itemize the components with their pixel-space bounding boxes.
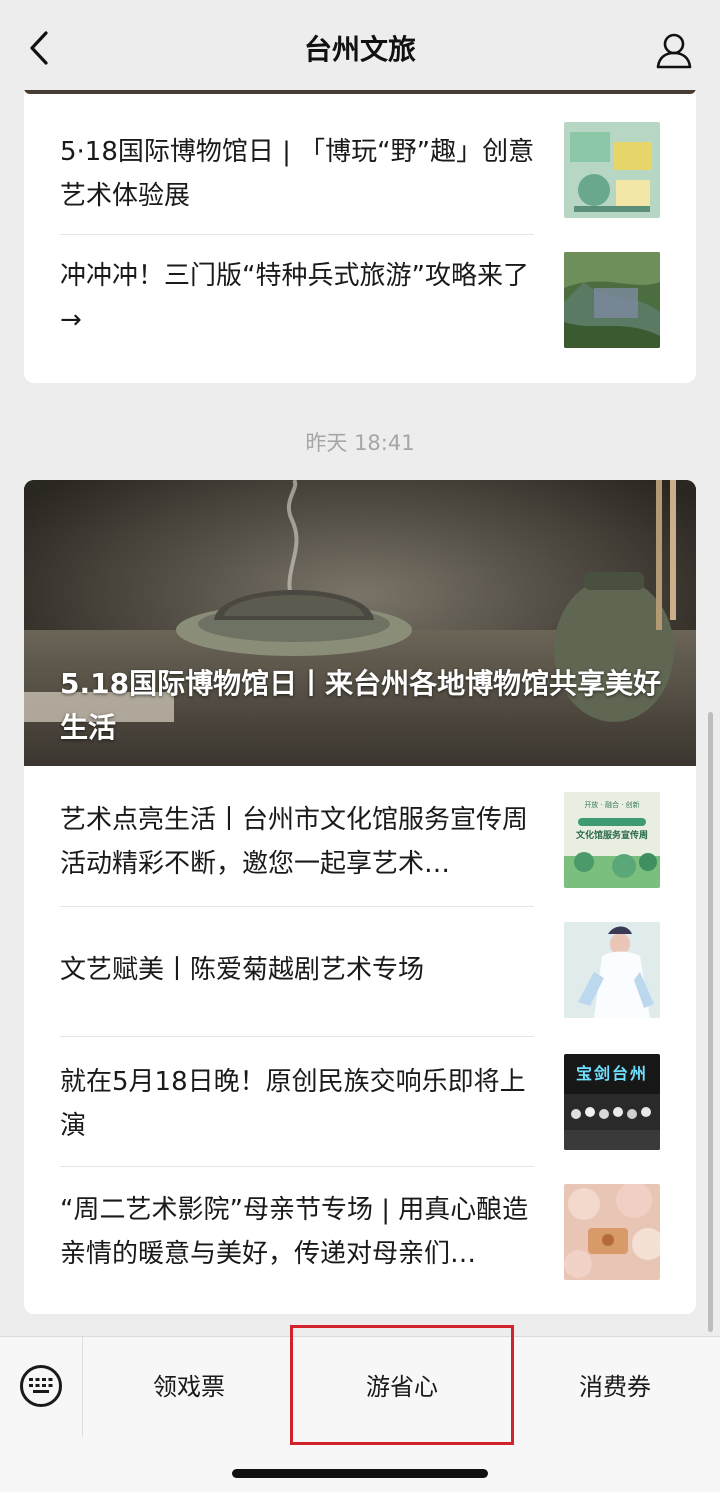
thumbnail-text: 宝剑台州 xyxy=(575,1064,648,1083)
list-item[interactable]: “周二艺术影院”母亲节专场 | 用真心酿造亲情的暖意与美好，传递对母亲们… xyxy=(24,1170,696,1300)
divider xyxy=(60,1036,534,1037)
divider xyxy=(60,1166,534,1167)
keyboard-icon xyxy=(29,1378,53,1393)
keyboard-toggle-button[interactable] xyxy=(20,1365,62,1407)
list-item[interactable]: 艺术点亮生活丨台州市文化馆服务宣传周活动精彩不断，邀您一起享艺术… 开放 · 融… xyxy=(24,776,696,906)
article-thumbnail xyxy=(564,1184,660,1280)
page-title: 台州文旅 xyxy=(303,33,416,66)
menu-item-coupons[interactable]: 消费券 xyxy=(510,1337,720,1437)
article-card-previous: 5·18国际博物馆日 | 「博玩“野”趣」创意艺术体验展 冲冲冲！三门版“特种兵… xyxy=(24,72,696,383)
article-thumbnail xyxy=(564,922,660,1018)
list-item[interactable]: 文艺赋美丨陈爱菊越剧艺术专场 xyxy=(24,908,696,1038)
menu-item-tickets[interactable]: 领戏票 xyxy=(84,1337,294,1437)
user-icon xyxy=(656,33,692,69)
highlight-box xyxy=(290,1325,514,1445)
article-thumbnail xyxy=(564,122,660,218)
list-item[interactable]: 冲冲冲！三门版“特种兵式旅游”攻略来了 → xyxy=(24,250,696,380)
thumbnail-text: 文化馆服务宣传周 xyxy=(575,831,648,841)
article-title: 就在5月18日晚！原创民族交响乐即将上演 xyxy=(60,1067,526,1141)
article-thumbnail: 宝剑台州 xyxy=(564,1054,660,1150)
list-item[interactable]: 5·18国际博物馆日 | 「博玩“野”趣」创意艺术体验展 xyxy=(24,118,696,248)
article-title: 文艺赋美丨陈爱菊越剧艺术专场 xyxy=(60,955,425,985)
article-card: 5.18国际博物馆日丨来台州各地博物馆共享美好生活 艺术点亮生活丨台州市文化馆服… xyxy=(24,480,696,1314)
nav-bar: 台州文旅 xyxy=(0,0,720,90)
article-title: 艺术点亮生活丨台州市文化馆服务宣传周活动精彩不断，邀您一起享艺术… xyxy=(60,805,529,879)
article-title: 冲冲冲！三门版“特种兵式旅游”攻略来了 → xyxy=(60,261,529,335)
bottom-menu: 领戏票 游省心 消费券 xyxy=(0,1325,720,1492)
profile-button[interactable] xyxy=(654,30,694,70)
hero-article[interactable]: 5.18国际博物馆日丨来台州各地博物馆共享美好生活 xyxy=(24,480,696,766)
list-item[interactable]: 就在5月18日晚！原创民族交响乐即将上演 宝剑台州 xyxy=(24,1040,696,1170)
home-indicator[interactable] xyxy=(232,1469,488,1478)
menu-separator xyxy=(82,1337,83,1437)
hero-article-title: 5.18国际博物馆日丨来台州各地博物馆共享美好生活 xyxy=(60,667,662,744)
scrollbar[interactable] xyxy=(708,712,713,1332)
article-title: 5·18国际博物馆日 | 「博玩“野”趣」创意艺术体验展 xyxy=(60,137,535,211)
divider xyxy=(60,906,534,907)
article-title: “周二艺术影院”母亲节专场 | 用真心酿造亲情的暖意与美好，传递对母亲们… xyxy=(60,1195,529,1269)
thumbnail-text: 开放 · 融合 · 创新 xyxy=(584,801,640,809)
message-timestamp: 昨天 18:41 xyxy=(305,431,415,455)
article-thumbnail: 开放 · 融合 · 创新 文化馆服务宣传周 xyxy=(564,792,660,888)
divider xyxy=(60,234,534,235)
article-thumbnail xyxy=(564,252,660,348)
